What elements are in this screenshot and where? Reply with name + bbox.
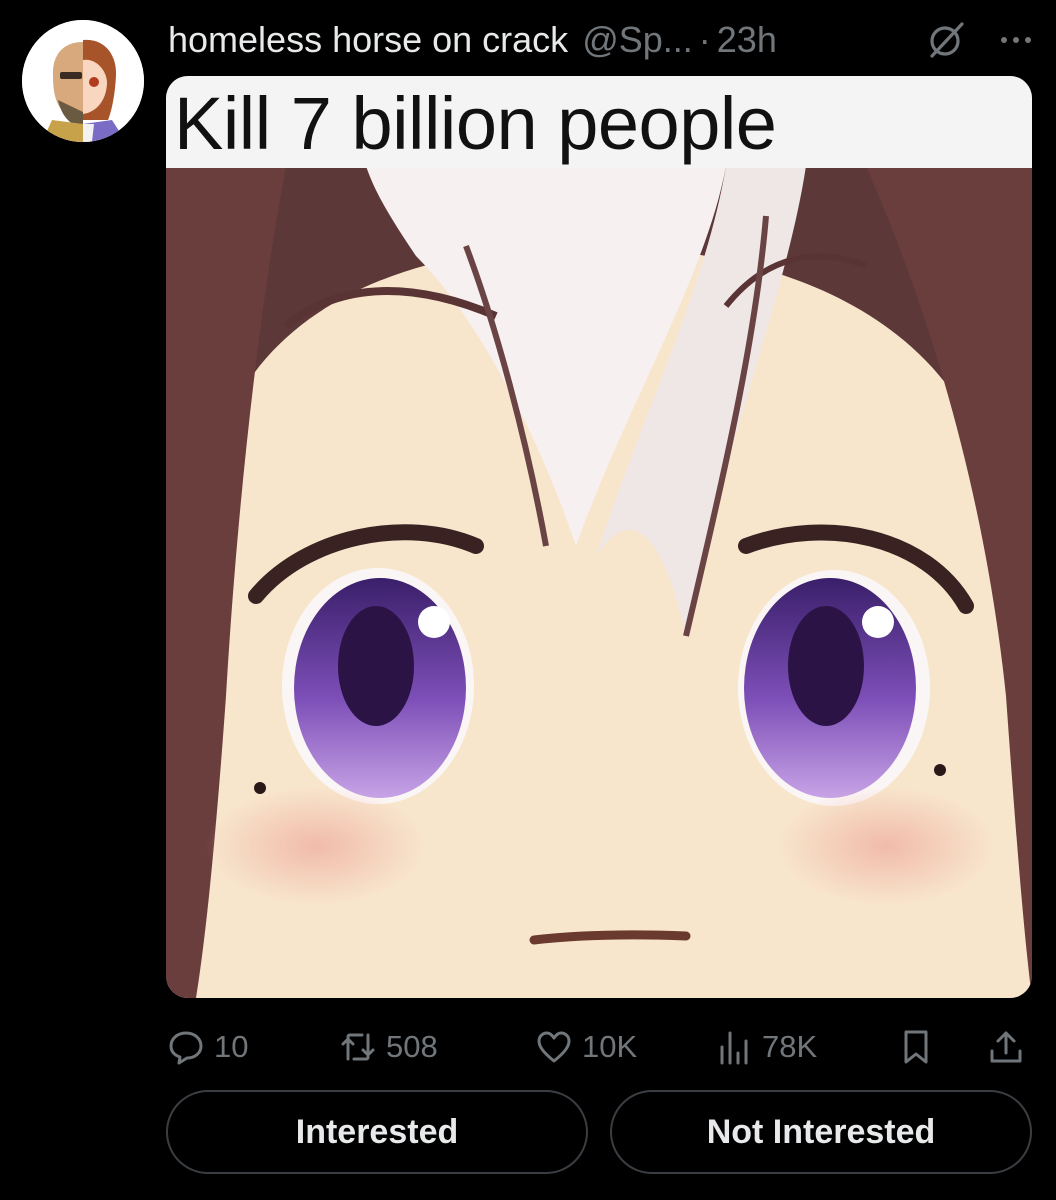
user-handle[interactable]: @Sp... <box>582 19 693 61</box>
reply-icon <box>169 1031 203 1065</box>
view-count: 78K <box>762 1029 818 1064</box>
not-interested-button[interactable]: Not Interested <box>610 1090 1032 1174</box>
action-bar: 10 508 10K 78K <box>166 1020 1032 1074</box>
media-caption-bar: Kill 7 billion people <box>166 76 1032 168</box>
bookmark-button[interactable] <box>896 1027 936 1067</box>
more-icon[interactable] <box>996 20 1036 60</box>
tweet-header: homeless horse on crack @Sp... · 23h <box>168 14 1036 66</box>
like-icon <box>537 1031 571 1063</box>
interested-button[interactable]: Interested <box>166 1090 588 1174</box>
anime-face-image <box>166 76 1032 998</box>
grok-icon[interactable] <box>926 20 966 60</box>
display-name[interactable]: homeless horse on crack <box>168 19 568 61</box>
tweet-media[interactable]: Kill 7 billion people <box>166 76 1032 998</box>
reply-button[interactable]: 10 <box>166 1027 248 1067</box>
retweet-icon <box>341 1033 375 1061</box>
share-button[interactable] <box>986 1027 1026 1067</box>
views-button[interactable]: 78K <box>714 1027 817 1067</box>
reply-count: 10 <box>214 1029 249 1064</box>
like-count: 10K <box>582 1029 638 1064</box>
bookmark-icon <box>904 1030 928 1064</box>
avatar[interactable] <box>22 20 144 142</box>
avatar-image <box>22 20 144 142</box>
retweet-count: 508 <box>386 1029 438 1064</box>
media-caption: Kill 7 billion people <box>174 82 777 165</box>
retweet-button[interactable]: 508 <box>338 1027 438 1067</box>
timestamp[interactable]: 23h <box>717 19 777 61</box>
views-icon <box>720 1031 748 1065</box>
like-button[interactable]: 10K <box>534 1027 637 1067</box>
separator-dot: · <box>698 19 711 60</box>
share-icon <box>990 1031 1022 1063</box>
